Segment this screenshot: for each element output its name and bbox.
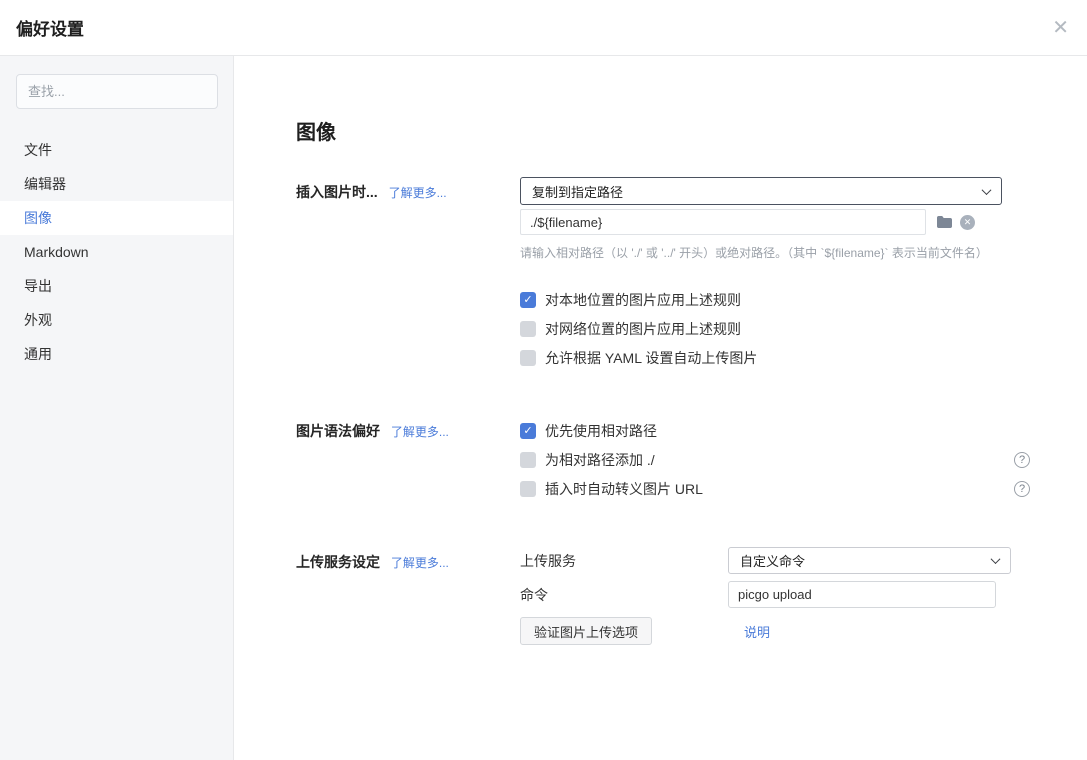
checkbox-label: 允许根据 YAML 设置自动上传图片 xyxy=(545,348,757,368)
chevron-down-icon xyxy=(982,185,992,195)
checkbox[interactable] xyxy=(520,321,536,337)
sidebar-item-image[interactable]: 图像 xyxy=(0,201,233,235)
upload-learn-more-link[interactable]: 了解更多... xyxy=(391,556,449,570)
page-title: 图像 xyxy=(296,116,1030,145)
preferences-window: 偏好设置 ✕ 文件 编辑器 图像 Markdown 导出 外观 通用 图像 插入… xyxy=(0,0,1087,760)
close-icon[interactable]: ✕ xyxy=(1052,18,1069,38)
checkbox-row-add-dot-slash[interactable]: 为相对路径添加 ./ ? xyxy=(520,445,1030,474)
checkbox-row-network-rule[interactable]: 对网络位置的图片应用上述规则 xyxy=(520,314,1030,343)
checkbox[interactable]: ✓ xyxy=(520,292,536,308)
checkbox-row-escape-url[interactable]: 插入时自动转义图片 URL ? xyxy=(520,474,1030,503)
content-pane: 图像 插入图片时... 了解更多... 复制到指定路径 xyxy=(234,56,1087,760)
checkbox[interactable] xyxy=(520,481,536,497)
path-hint-text: 请输入相对路径（以 './' 或 '../' 开头）或绝对路径。（其中 `${f… xyxy=(520,244,1030,261)
clear-input-icon[interactable]: ✕ xyxy=(960,215,975,230)
search-input[interactable] xyxy=(16,74,218,109)
chevron-down-icon xyxy=(991,554,1001,564)
syntax-learn-more-link[interactable]: 了解更多... xyxy=(391,425,449,439)
instructions-link[interactable]: 说明 xyxy=(744,622,770,641)
insert-action-select[interactable]: 复制到指定路径 xyxy=(520,177,1002,205)
checkbox[interactable]: ✓ xyxy=(520,423,536,439)
upload-section-label: 上传服务设定 xyxy=(296,554,380,570)
sidebar-item-markdown[interactable]: Markdown xyxy=(0,235,233,269)
help-icon[interactable]: ? xyxy=(1014,481,1030,497)
syntax-section-label: 图片语法偏好 xyxy=(296,423,380,439)
window-title: 偏好设置 xyxy=(16,15,84,40)
help-icon[interactable]: ? xyxy=(1014,452,1030,468)
sidebar-item-export[interactable]: 导出 xyxy=(0,269,233,303)
insert-section-label: 插入图片时... xyxy=(296,184,378,200)
checkbox-label: 插入时自动转义图片 URL xyxy=(545,479,703,499)
upload-service-select[interactable]: 自定义命令 xyxy=(728,547,1011,574)
insert-learn-more-link[interactable]: 了解更多... xyxy=(389,186,447,200)
checkbox-row-yaml-upload[interactable]: 允许根据 YAML 设置自动上传图片 xyxy=(520,343,1030,372)
sidebar-item-appearance[interactable]: 外观 xyxy=(0,303,233,337)
checkbox-label: 优先使用相对路径 xyxy=(545,421,657,441)
sidebar-nav: 文件 编辑器 图像 Markdown 导出 外观 通用 xyxy=(0,133,233,371)
checkbox-row-local-rule[interactable]: ✓ 对本地位置的图片应用上述规则 xyxy=(520,285,1030,314)
command-input[interactable] xyxy=(728,581,996,608)
checkbox-row-relative-path[interactable]: ✓ 优先使用相对路径 xyxy=(520,416,1030,445)
sidebar: 文件 编辑器 图像 Markdown 导出 外观 通用 xyxy=(0,56,234,760)
sidebar-item-general[interactable]: 通用 xyxy=(0,337,233,371)
validate-upload-button[interactable]: 验证图片上传选项 xyxy=(520,617,652,645)
command-label: 命令 xyxy=(520,585,728,605)
checkbox-label: 为相对路径添加 ./ xyxy=(545,450,655,470)
target-path-input[interactable] xyxy=(520,209,926,235)
section-image-syntax: 图片语法偏好 了解更多... ✓ 优先使用相对路径 为相对路径添加 ./ xyxy=(296,416,1030,503)
section-upload-service: 上传服务设定 了解更多... 上传服务 自定义命令 命令 xyxy=(296,547,1030,645)
checkbox[interactable] xyxy=(520,350,536,366)
upload-service-select-value: 自定义命令 xyxy=(740,551,805,570)
sidebar-item-file[interactable]: 文件 xyxy=(0,133,233,167)
titlebar: 偏好设置 ✕ xyxy=(0,0,1087,56)
checkbox-label: 对网络位置的图片应用上述规则 xyxy=(545,319,741,339)
checkbox[interactable] xyxy=(520,452,536,468)
sidebar-item-editor[interactable]: 编辑器 xyxy=(0,167,233,201)
section-insert-image: 插入图片时... 了解更多... 复制到指定路径 ✕ xyxy=(296,177,1030,372)
insert-action-select-value: 复制到指定路径 xyxy=(532,182,623,201)
upload-service-label: 上传服务 xyxy=(520,551,728,571)
folder-icon[interactable] xyxy=(936,215,953,229)
checkbox-label: 对本地位置的图片应用上述规则 xyxy=(545,290,741,310)
